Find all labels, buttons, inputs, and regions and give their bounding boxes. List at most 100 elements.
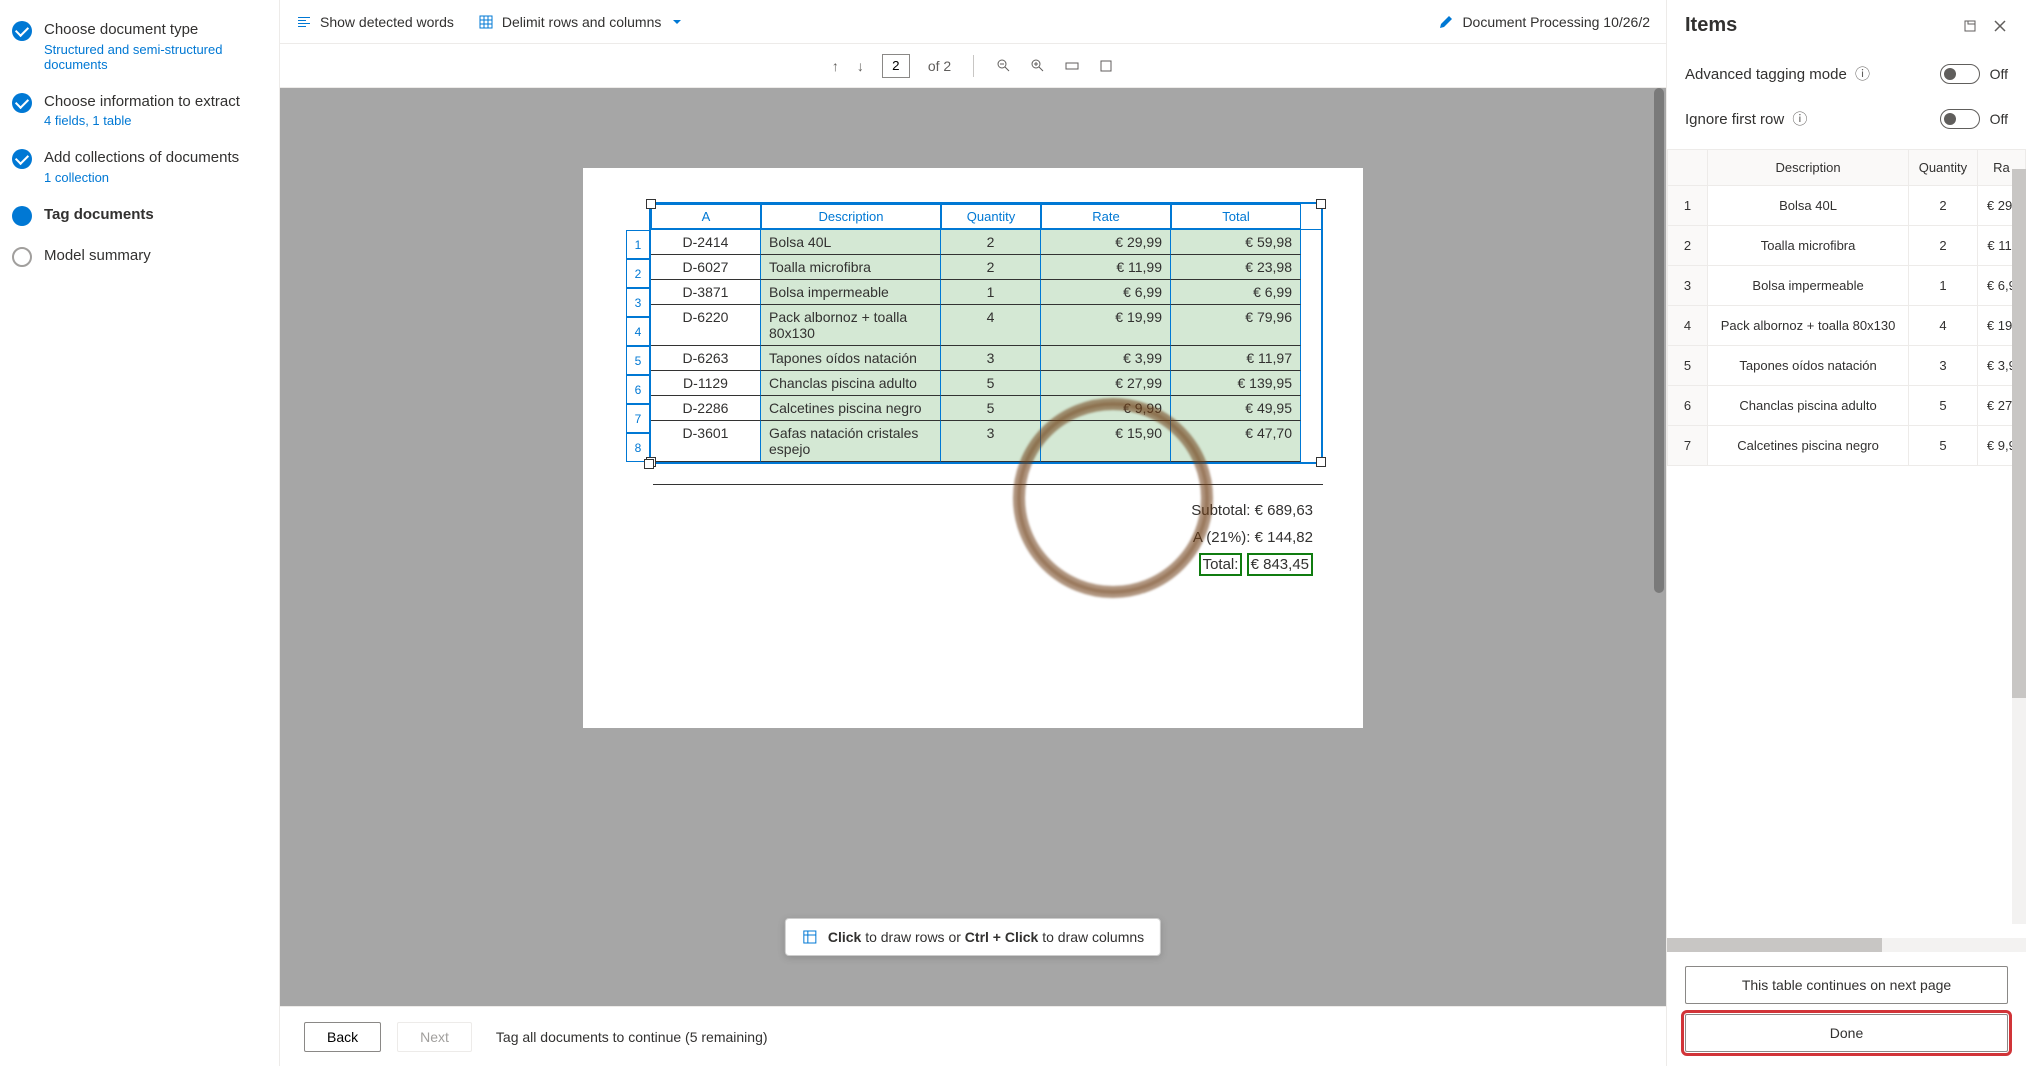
cell[interactable]: D-3871 xyxy=(651,280,761,305)
table-row[interactable]: D-1129Chanclas piscina adulto5€ 27,99€ 1… xyxy=(651,371,1321,396)
cell[interactable]: € 27,99 xyxy=(1041,371,1171,396)
advanced-tagging-toggle[interactable] xyxy=(1940,64,1980,84)
table-row[interactable]: D-2414Bolsa 40L2€ 29,99€ 59,98 xyxy=(651,230,1321,255)
zoom-in-icon[interactable] xyxy=(1030,58,1046,74)
scrollbar-vertical[interactable] xyxy=(2012,169,2026,924)
step-add-collections[interactable]: Add collections of documents 1 collectio… xyxy=(8,140,279,193)
cell[interactable]: € 11,99 xyxy=(1041,255,1171,280)
table-row[interactable]: D-2286Calcetines piscina negro5€ 9,99€ 4… xyxy=(651,396,1321,421)
panel-table-row[interactable]: 3Bolsa impermeable1€ 6,9 xyxy=(1668,266,2026,306)
done-button[interactable]: Done xyxy=(1685,1014,2008,1052)
cell[interactable]: D-6220 xyxy=(651,305,761,346)
continues-next-page-button[interactable]: This table continues on next page xyxy=(1685,966,2008,1004)
cell[interactable]: € 139,95 xyxy=(1171,371,1301,396)
table-row[interactable]: D-6263Tapones oídos natación3€ 3,99€ 11,… xyxy=(651,346,1321,371)
step-model-summary[interactable]: Model summary xyxy=(8,238,279,275)
panel-table-row[interactable]: 4Pack albornoz + toalla 80x1304€ 19, xyxy=(1668,306,2026,346)
cell[interactable]: € 11,97 xyxy=(1171,346,1301,371)
panel-col-header[interactable] xyxy=(1668,150,1708,186)
cell[interactable]: € 59,98 xyxy=(1171,230,1301,255)
cell[interactable]: Tapones oídos natación xyxy=(761,346,941,371)
document-canvas[interactable]: A Description Quantity Rate Total D-2414… xyxy=(280,88,1666,1006)
cell[interactable]: Chanclas piscina adulto xyxy=(761,371,941,396)
step-choose-info[interactable]: Choose information to extract 4 fields, … xyxy=(8,84,279,137)
cell[interactable]: € 23,98 xyxy=(1171,255,1301,280)
cell[interactable]: Bolsa impermeable xyxy=(761,280,941,305)
delimit-rows-columns-button[interactable]: Delimit rows and columns xyxy=(478,14,686,30)
table-row[interactable]: D-3601Gafas natación cristales espejo3€ … xyxy=(651,421,1321,462)
page-input[interactable] xyxy=(882,54,910,78)
cell[interactable]: 4 xyxy=(941,305,1041,346)
col-header-total[interactable]: Total xyxy=(1171,204,1301,229)
table-row[interactable]: D-6220Pack albornoz + toalla 80x1304€ 19… xyxy=(651,305,1321,346)
resize-handle-tr[interactable] xyxy=(1316,199,1326,209)
row-number[interactable]: 6 xyxy=(626,375,650,404)
cell[interactable]: D-1129 xyxy=(651,371,761,396)
show-detected-words-button[interactable]: Show detected words xyxy=(296,14,454,30)
cell[interactable]: € 15,90 xyxy=(1041,421,1171,462)
cell[interactable]: D-3601 xyxy=(651,421,761,462)
fit-page-icon[interactable] xyxy=(1098,58,1114,74)
cell[interactable]: € 29,99 xyxy=(1041,230,1171,255)
cell[interactable]: € 19,99 xyxy=(1041,305,1171,346)
resize-handle-tl[interactable] xyxy=(646,199,656,209)
resize-handle-bl[interactable] xyxy=(644,459,654,469)
col-header-rate[interactable]: Rate xyxy=(1041,204,1171,229)
cell[interactable]: Gafas natación cristales espejo xyxy=(761,421,941,462)
panel-table-row[interactable]: 1Bolsa 40L2€ 29, xyxy=(1668,186,2026,226)
step-choose-doc-type[interactable]: Choose document type Structured and semi… xyxy=(8,12,279,80)
cell[interactable]: € 79,96 xyxy=(1171,305,1301,346)
cell[interactable]: 5 xyxy=(941,396,1041,421)
cell[interactable]: 5 xyxy=(941,371,1041,396)
col-header-a[interactable]: A xyxy=(651,204,761,229)
row-number[interactable]: 4 xyxy=(626,317,650,346)
cell[interactable]: D-6263 xyxy=(651,346,761,371)
cell[interactable]: € 9,99 xyxy=(1041,396,1171,421)
zoom-out-icon[interactable] xyxy=(996,58,1012,74)
panel-table-row[interactable]: 5Tapones oídos natación3€ 3,9 xyxy=(1668,346,2026,386)
cell[interactable]: 2 xyxy=(941,230,1041,255)
resize-handle-br[interactable] xyxy=(1316,457,1326,467)
cell[interactable]: D-2286 xyxy=(651,396,761,421)
step-tag-documents[interactable]: Tag documents xyxy=(8,197,279,234)
cell[interactable]: 3 xyxy=(941,421,1041,462)
arrow-up-icon[interactable]: ↑ xyxy=(832,58,839,74)
cell[interactable]: Bolsa 40L xyxy=(761,230,941,255)
cell[interactable]: € 49,95 xyxy=(1171,396,1301,421)
cell[interactable]: 1 xyxy=(941,280,1041,305)
cell[interactable]: € 6,99 xyxy=(1171,280,1301,305)
cell[interactable]: Calcetines piscina negro xyxy=(761,396,941,421)
cell[interactable]: € 3,99 xyxy=(1041,346,1171,371)
table-row[interactable]: D-6027Toalla microfibra2€ 11,99€ 23,98 xyxy=(651,255,1321,280)
cell[interactable]: 3 xyxy=(941,346,1041,371)
ignore-first-row-toggle[interactable] xyxy=(1940,109,1980,129)
info-icon[interactable]: ⓘ xyxy=(1855,66,1870,83)
cell[interactable]: Toalla microfibra xyxy=(761,255,941,280)
cell[interactable]: € 47,70 xyxy=(1171,421,1301,462)
document-name-button[interactable]: Document Processing 10/26/2 xyxy=(1438,14,1650,30)
cell[interactable]: D-2414 xyxy=(651,230,761,255)
col-header-quantity[interactable]: Quantity xyxy=(941,204,1041,229)
scrollbar-horizontal[interactable] xyxy=(1667,938,2026,952)
panel-table-scroll[interactable]: DescriptionQuantityRa 1Bolsa 40L2€ 29,2T… xyxy=(1667,149,2026,938)
scrollbar-vertical[interactable] xyxy=(1654,88,1664,593)
panel-col-header[interactable]: Description xyxy=(1708,150,1909,186)
cell[interactable]: D-6027 xyxy=(651,255,761,280)
panel-table-row[interactable]: 6Chanclas piscina adulto5€ 27, xyxy=(1668,386,2026,426)
tagged-table[interactable]: A Description Quantity Rate Total D-2414… xyxy=(649,202,1323,464)
row-number[interactable]: 7 xyxy=(626,404,650,433)
panel-table-row[interactable]: 7Calcetines piscina negro5€ 9,9 xyxy=(1668,426,2026,466)
row-number[interactable]: 3 xyxy=(626,288,650,317)
panel-table-row[interactable]: 2Toalla microfibra2€ 11, xyxy=(1668,226,2026,266)
popout-icon[interactable] xyxy=(1962,18,1978,34)
panel-col-header[interactable]: Quantity xyxy=(1909,150,1978,186)
close-icon[interactable] xyxy=(1992,18,2008,34)
total-value-tagged[interactable]: € 843,45 xyxy=(1247,553,1313,576)
cell[interactable]: € 6,99 xyxy=(1041,280,1171,305)
table-row[interactable]: D-3871Bolsa impermeable1€ 6,99€ 6,99 xyxy=(651,280,1321,305)
cell[interactable]: 2 xyxy=(941,255,1041,280)
arrow-down-icon[interactable]: ↓ xyxy=(857,58,864,74)
row-number[interactable]: 5 xyxy=(626,346,650,375)
cell[interactable]: Pack albornoz + toalla 80x130 xyxy=(761,305,941,346)
info-icon[interactable]: ⓘ xyxy=(1792,111,1807,128)
